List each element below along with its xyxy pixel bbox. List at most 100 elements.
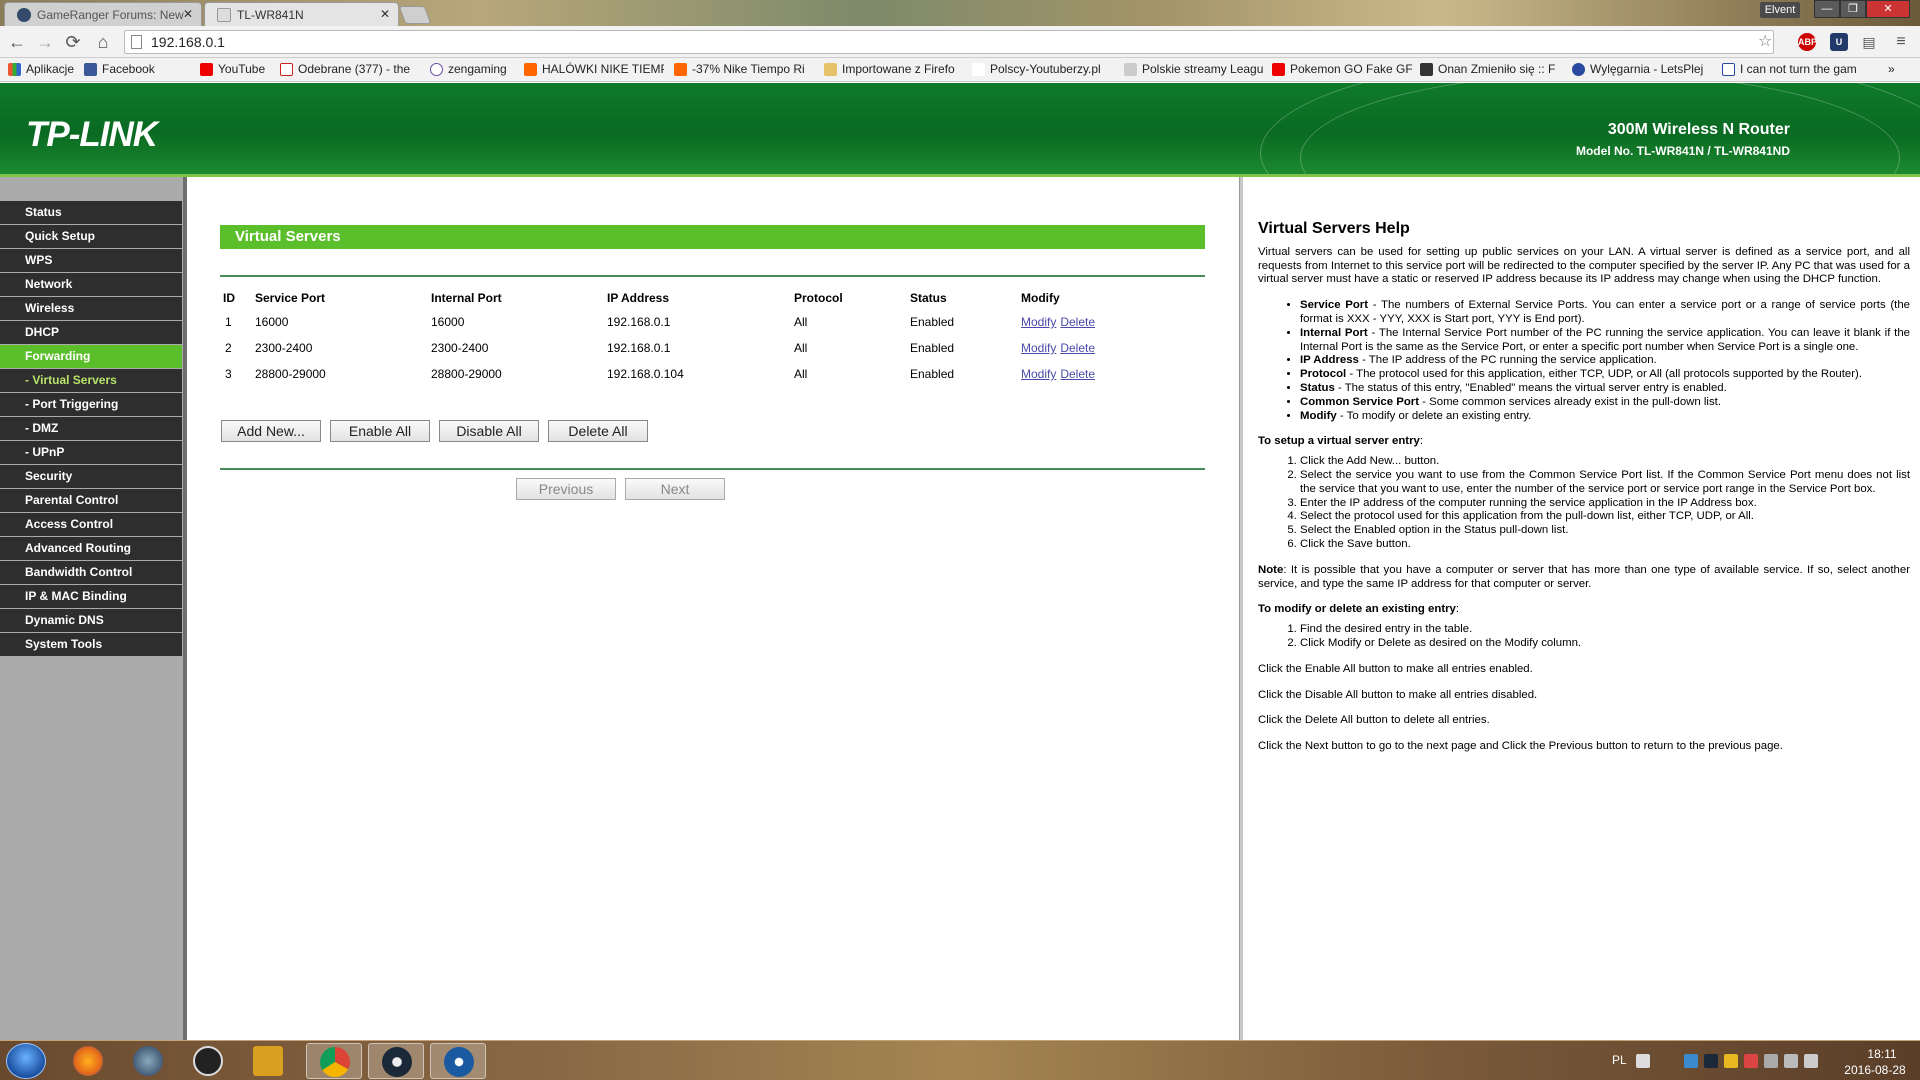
bookmark-nike[interactable]: -37% Nike Tiempo Ri xyxy=(674,62,805,76)
menu-item-system-tools[interactable]: System Tools xyxy=(0,633,182,656)
allegro-icon xyxy=(524,63,537,76)
cell-id: 3 xyxy=(225,367,232,381)
maximize-button[interactable]: ❐ xyxy=(1840,0,1866,18)
table-row: 3 28800-29000 28800-29000 192.168.0.104 … xyxy=(220,361,1205,387)
bookmark-zengaming[interactable]: zengaming xyxy=(430,62,507,76)
menu-item-ip-mac-binding[interactable]: IP & MAC Binding xyxy=(0,585,182,608)
bookmark-folder-firefox[interactable]: Importowane z Firefo xyxy=(824,62,955,76)
steam-tray-icon[interactable] xyxy=(1704,1054,1718,1068)
address-bar[interactable]: 192.168.0.1 xyxy=(124,30,1774,54)
menu-item-virtual-servers[interactable]: - Virtual Servers xyxy=(0,369,182,392)
window-close-button[interactable]: ✕ xyxy=(1866,0,1910,18)
taskbar-gameranger[interactable] xyxy=(430,1043,486,1079)
menu-item-advanced-routing[interactable]: Advanced Routing xyxy=(0,537,182,560)
menu-item-status[interactable]: Status xyxy=(0,201,182,224)
menu-item-parental-control[interactable]: Parental Control xyxy=(0,489,182,512)
teamspeak-icon xyxy=(133,1046,163,1076)
bookmark-wylegarnia[interactable]: Wylęgarnia - LetsPlej xyxy=(1572,62,1703,76)
taskbar-steam[interactable] xyxy=(368,1043,424,1079)
back-arrow-icon[interactable]: ← xyxy=(6,31,28,53)
tray-app-icon[interactable] xyxy=(1684,1054,1698,1068)
language-indicator[interactable]: PL xyxy=(1612,1053,1627,1067)
bookmark-polskie-streamy[interactable]: Polskie streamy Leagu xyxy=(1124,62,1263,76)
more-bookmarks-chevron-icon[interactable]: » xyxy=(1888,62,1895,76)
bookmark-gmail[interactable]: Odebrane (377) - the xyxy=(280,62,410,76)
taskbar-teamspeak[interactable] xyxy=(120,1043,176,1079)
virtual-servers-table: ID Service Port Internal Port IP Address… xyxy=(220,287,1205,387)
model-number: Model No. TL-WR841N / TL-WR841ND xyxy=(1575,144,1790,158)
modify-link[interactable]: Modify xyxy=(1021,315,1056,329)
menu-item-quick-setup[interactable]: Quick Setup xyxy=(0,225,182,248)
menu-item-access-control[interactable]: Access Control xyxy=(0,513,182,536)
modify-link[interactable]: Modify xyxy=(1021,367,1056,381)
taskbar-obs[interactable] xyxy=(180,1043,236,1079)
profile-name[interactable]: Elvent xyxy=(1760,2,1800,18)
start-button[interactable] xyxy=(6,1043,46,1079)
taskbar-chrome[interactable] xyxy=(306,1043,362,1079)
help-field-item: Service Port - The numbers of External S… xyxy=(1300,299,1910,327)
bookmark-label: Importowane z Firefo xyxy=(842,62,955,76)
keyboard-icon[interactable] xyxy=(1636,1054,1650,1068)
menu-item-wps[interactable]: WPS xyxy=(0,249,182,272)
menu-item-dmz[interactable]: - DMZ xyxy=(0,417,182,440)
help-modify-heading: To modify or delete an existing entry: xyxy=(1258,603,1460,616)
bookmark-onan[interactable]: Onan Zmieniło się :: F xyxy=(1420,62,1555,76)
network-icon[interactable] xyxy=(1784,1054,1798,1068)
gameranger-icon xyxy=(444,1047,474,1077)
clock-date[interactable]: 2016-08-28 xyxy=(1836,1063,1914,1077)
new-tab-button[interactable] xyxy=(398,6,432,24)
tab-gameranger[interactable]: GameRanger Forums: New ✕ xyxy=(4,2,202,26)
cell-id: 1 xyxy=(225,315,232,329)
close-tab-icon[interactable]: ✕ xyxy=(183,7,193,21)
bookmark-halowki[interactable]: HALÓWKI NIKE TIEMP xyxy=(524,62,664,76)
close-tab-icon[interactable]: ✕ xyxy=(380,7,390,21)
disable-all-button[interactable]: Disable All xyxy=(439,420,539,442)
menu-item-security[interactable]: Security xyxy=(0,465,182,488)
adblock-plus-icon[interactable]: ABP xyxy=(1798,33,1817,51)
delete-link[interactable]: Delete xyxy=(1060,367,1095,381)
delete-link[interactable]: Delete xyxy=(1060,341,1095,355)
bookmark-i-can-not[interactable]: I can not turn the gam xyxy=(1722,62,1857,76)
tray-app-icon[interactable] xyxy=(1744,1054,1758,1068)
taskbar-pen-tool[interactable] xyxy=(240,1043,296,1079)
delete-all-button[interactable]: Delete All xyxy=(548,420,648,442)
menu-item-upnp[interactable]: - UPnP xyxy=(0,441,182,464)
menu-item-dhcp[interactable]: DHCP xyxy=(0,321,182,344)
cell-ip-address: 192.168.0.104 xyxy=(607,367,684,381)
next-button[interactable]: Next xyxy=(625,478,725,500)
url-text[interactable]: 192.168.0.1 xyxy=(151,34,225,50)
action-center-icon[interactable] xyxy=(1764,1054,1778,1068)
volume-icon[interactable] xyxy=(1804,1054,1818,1068)
bookmark-facebook[interactable]: Facebook xyxy=(84,62,155,76)
taskbar-firefox[interactable] xyxy=(60,1043,116,1079)
help-heading-text: To setup a virtual server entry xyxy=(1258,435,1420,448)
bookmark-pokemon[interactable]: Pokemon GO Fake GF xyxy=(1272,62,1412,76)
home-icon[interactable]: ⌂ xyxy=(92,31,114,53)
add-new-button[interactable]: Add New... xyxy=(221,420,321,442)
menu-item-network[interactable]: Network xyxy=(0,273,182,296)
modify-link[interactable]: Modify xyxy=(1021,341,1056,355)
reader-icon[interactable]: ▤ xyxy=(1858,31,1880,53)
bookmark-polscy-youtuberzy[interactable]: Polscy-Youtuberzy.pl xyxy=(972,62,1101,76)
tab-title: TL-WR841N xyxy=(237,8,304,22)
reload-icon[interactable]: ⟳ xyxy=(62,31,84,53)
forward-arrow-icon[interactable]: → xyxy=(34,31,56,53)
menu-icon[interactable]: ≡ xyxy=(1890,31,1912,53)
menu-item-wireless[interactable]: Wireless xyxy=(0,297,182,320)
minimize-button[interactable]: — xyxy=(1814,0,1840,18)
menu-item-forwarding[interactable]: Forwarding xyxy=(0,345,182,368)
enable-all-button[interactable]: Enable All xyxy=(330,420,430,442)
menu-item-dynamic-dns[interactable]: Dynamic DNS xyxy=(0,609,182,632)
bookmark-apps[interactable]: Aplikacje xyxy=(8,62,74,76)
menu-item-bandwidth-control[interactable]: Bandwidth Control xyxy=(0,561,182,584)
tray-app-icon[interactable] xyxy=(1724,1054,1738,1068)
previous-button[interactable]: Previous xyxy=(516,478,616,500)
help-step: Select the Enabled option in the Status … xyxy=(1300,524,1910,538)
ublock-icon[interactable]: U xyxy=(1830,33,1848,51)
bookmark-star-icon[interactable]: ☆ xyxy=(1758,31,1772,51)
bookmark-youtube[interactable]: YouTube xyxy=(200,62,265,76)
clock-time[interactable]: 18:11 xyxy=(1852,1047,1912,1061)
tab-router[interactable]: TL-WR841N ✕ xyxy=(204,2,399,26)
delete-link[interactable]: Delete xyxy=(1060,315,1095,329)
menu-item-port-triggering[interactable]: - Port Triggering xyxy=(0,393,182,416)
